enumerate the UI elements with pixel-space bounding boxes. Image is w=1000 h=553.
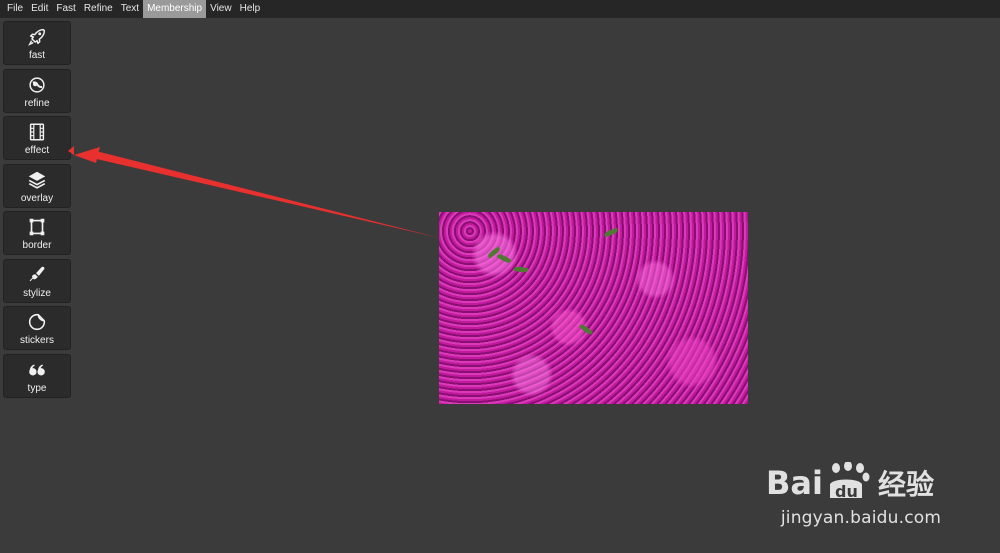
leaf-decoration [603,227,619,238]
tool-effect-label: effect [24,145,50,156]
tool-effect-button[interactable]: effect [3,116,71,160]
tool-refine-label: refine [24,97,50,109]
tool-fast-button[interactable]: fast [3,21,71,65]
frame-icon [26,216,48,238]
rocket-icon [26,26,48,48]
tool-fast-label: fast [28,50,46,61]
menu-help[interactable]: Help [236,0,265,18]
svg-text:经验: 经验 [878,468,934,501]
svg-text:Bai: Bai [766,464,823,502]
leaf-decoration [496,252,512,265]
canvas-photo[interactable] [439,212,748,404]
tool-type-button[interactable]: type [3,353,71,398]
sticker-icon [26,311,48,333]
baidu-watermark: Bai du 经验 jingyan.baidu.com [766,444,966,534]
refine-icon [26,74,48,96]
menu-file[interactable]: File [3,0,27,18]
baidu-logo: Bai du 经验 [766,462,966,502]
tool-type-label: type [27,382,47,394]
photo-editor-app: File Edit Fast Refine Text Membership Vi… [0,0,1000,553]
menu-membership[interactable]: Membership [143,0,207,18]
tool-stickers-button[interactable]: stickers [3,306,71,350]
layers-icon [26,169,48,191]
menu-edit[interactable]: Edit [27,0,52,18]
tool-refine-button[interactable]: refine [3,68,71,113]
tool-border-button[interactable]: border [3,211,71,255]
tool-overlay-label: overlay [20,192,54,204]
quote-icon [26,359,48,381]
tool-border-label: border [22,240,52,251]
menu-fast[interactable]: Fast [52,0,79,18]
tool-stylize-label: stylize [23,287,51,299]
tool-overlay-button[interactable]: overlay [3,163,71,208]
tool-stylize-button[interactable]: stylize [3,258,71,303]
brush-icon [26,264,48,286]
menu-text[interactable]: Text [117,0,143,18]
film-icon [26,121,48,143]
leaf-decoration [513,265,529,274]
menu-view[interactable]: View [206,0,236,18]
leaf-decoration [579,323,593,336]
menu-refine[interactable]: Refine [80,0,117,18]
svg-text:du: du [835,482,858,501]
menubar: File Edit Fast Refine Text Membership Vi… [0,0,1000,18]
tool-sidebar: fast refine effect overlay border styliz… [3,21,73,401]
tool-stickers-label: stickers [20,335,54,346]
watermark-url: jingyan.baidu.com [780,508,942,528]
